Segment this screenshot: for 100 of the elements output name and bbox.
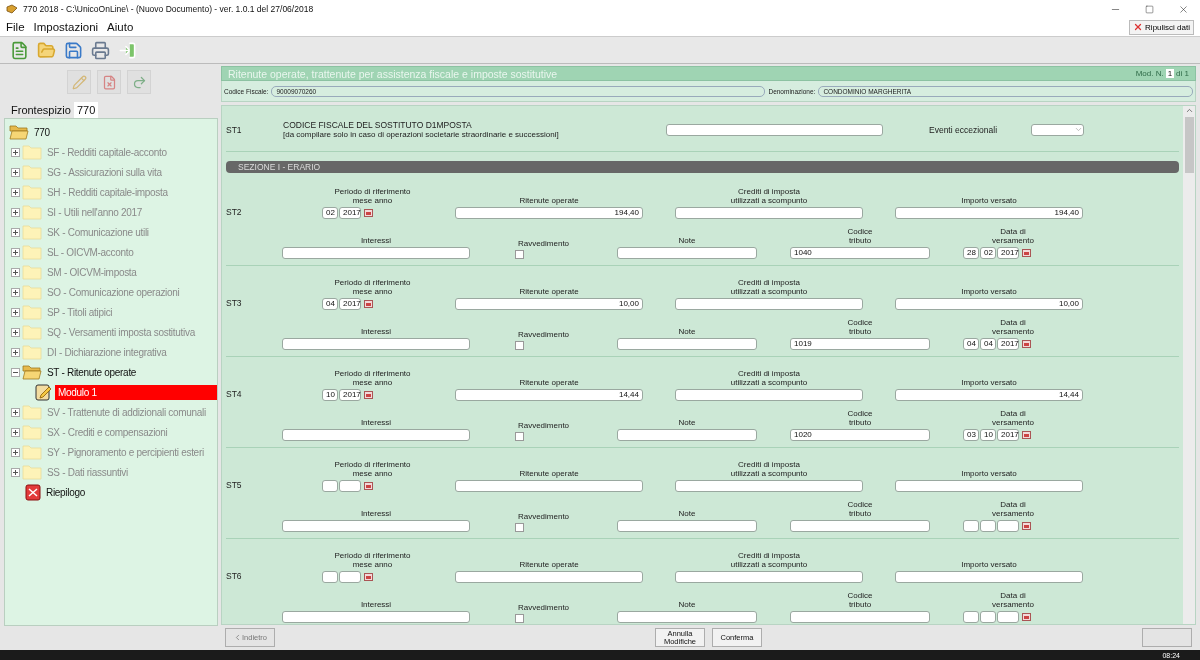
- amount-field[interactable]: [895, 480, 1083, 492]
- date-part-field[interactable]: [322, 480, 338, 492]
- calendar-icon[interactable]: [364, 482, 373, 490]
- date-part-field[interactable]: 04: [322, 298, 338, 310]
- save-icon[interactable]: [64, 40, 83, 60]
- date-part-field[interactable]: [980, 611, 996, 623]
- date-part-field[interactable]: 2017: [339, 207, 361, 219]
- module-number-field[interactable]: 1: [1165, 69, 1175, 78]
- amount-field[interactable]: 14,44: [895, 389, 1083, 401]
- amount-field[interactable]: [282, 611, 470, 623]
- calendar-icon[interactable]: [1022, 613, 1031, 621]
- expand-icon[interactable]: [11, 267, 20, 277]
- text-field[interactable]: [617, 611, 757, 623]
- edit-button[interactable]: [67, 70, 91, 94]
- amount-field[interactable]: 194,40: [455, 207, 643, 219]
- expand-icon[interactable]: [11, 467, 20, 477]
- amount-field[interactable]: [282, 247, 470, 259]
- delete-button[interactable]: [97, 70, 121, 94]
- text-field[interactable]: 1040: [790, 247, 930, 259]
- expand-icon[interactable]: [11, 287, 20, 297]
- new-document-icon[interactable]: [10, 40, 29, 60]
- text-field[interactable]: [666, 123, 883, 136]
- amount-field[interactable]: [282, 338, 470, 350]
- expand-icon[interactable]: [11, 307, 20, 317]
- date-part-field[interactable]: 04: [980, 338, 996, 350]
- date-part-field[interactable]: [980, 520, 996, 532]
- tree-item[interactable]: ST - Ritenute operate: [44, 364, 140, 380]
- expand-icon[interactable]: [11, 167, 20, 177]
- amount-field[interactable]: [675, 571, 863, 583]
- print-icon[interactable]: [91, 40, 110, 60]
- date-part-field[interactable]: [339, 571, 361, 583]
- checkbox[interactable]: [515, 523, 524, 532]
- menu-item[interactable]: Impostazioni: [33, 21, 99, 33]
- text-field[interactable]: [617, 429, 757, 441]
- date-part-field[interactable]: [322, 571, 338, 583]
- amount-field[interactable]: [282, 520, 470, 532]
- amount-field[interactable]: [675, 298, 863, 310]
- tree-item[interactable]: Modulo 1: [55, 384, 217, 400]
- calendar-icon[interactable]: [1022, 522, 1031, 530]
- calendar-icon[interactable]: [1022, 249, 1031, 257]
- expand-icon[interactable]: [11, 447, 20, 457]
- tree-item[interactable]: 770: [31, 124, 53, 140]
- expand-icon[interactable]: [11, 327, 20, 337]
- date-part-field[interactable]: 2017: [339, 389, 361, 401]
- tab[interactable]: Frontespizio: [8, 102, 74, 118]
- menu-item[interactable]: Aiuto: [107, 21, 134, 33]
- date-part-field[interactable]: 2017: [997, 338, 1019, 350]
- amount-field[interactable]: [895, 571, 1083, 583]
- amount-field[interactable]: [455, 571, 643, 583]
- date-part-field[interactable]: [997, 520, 1019, 532]
- exit-icon[interactable]: [118, 40, 137, 60]
- date-part-field[interactable]: 2017: [997, 247, 1019, 259]
- expand-icon[interactable]: [11, 147, 20, 157]
- date-part-field[interactable]: 10: [322, 389, 338, 401]
- expand-icon[interactable]: [11, 207, 20, 217]
- text-field[interactable]: [617, 338, 757, 350]
- checkbox[interactable]: [515, 341, 524, 350]
- expand-icon[interactable]: [11, 187, 20, 197]
- amount-field[interactable]: [282, 429, 470, 441]
- expand-icon[interactable]: [11, 427, 20, 437]
- amount-field[interactable]: [455, 480, 643, 492]
- date-part-field[interactable]: 03: [963, 429, 979, 441]
- text-field[interactable]: [617, 520, 757, 532]
- calendar-icon[interactable]: [1022, 431, 1031, 439]
- text-field[interactable]: [617, 247, 757, 259]
- text-field[interactable]: [790, 520, 930, 532]
- amount-field[interactable]: [675, 207, 863, 219]
- scroll-up-icon[interactable]: [1184, 106, 1194, 115]
- tab[interactable]: 770: [73, 102, 99, 118]
- date-part-field[interactable]: 2017: [997, 429, 1019, 441]
- date-part-field[interactable]: [963, 520, 979, 532]
- open-folder-icon[interactable]: [37, 40, 56, 60]
- date-part-field[interactable]: 02: [980, 247, 996, 259]
- scroll-thumb[interactable]: [1184, 117, 1194, 173]
- amount-field[interactable]: 14,44: [455, 389, 643, 401]
- close-icon[interactable]: [1177, 3, 1189, 15]
- amount-field[interactable]: 194,40: [895, 207, 1083, 219]
- calendar-icon[interactable]: [364, 300, 373, 308]
- amount-field[interactable]: [675, 480, 863, 492]
- checkbox[interactable]: [515, 614, 524, 623]
- text-field[interactable]: [790, 611, 930, 623]
- calendar-icon[interactable]: [364, 573, 373, 581]
- date-part-field[interactable]: 2017: [339, 298, 361, 310]
- clear-data-button[interactable]: Ripulisci dati: [1129, 19, 1194, 35]
- dropdown[interactable]: [1031, 123, 1084, 136]
- expand-icon[interactable]: [11, 227, 20, 237]
- date-part-field[interactable]: 28: [963, 247, 979, 259]
- collapse-icon[interactable]: [11, 367, 20, 377]
- expand-icon[interactable]: [11, 347, 20, 357]
- redo-button[interactable]: [127, 70, 151, 94]
- date-part-field[interactable]: [339, 480, 361, 492]
- checkbox[interactable]: [515, 250, 524, 259]
- expand-icon[interactable]: [11, 247, 20, 257]
- date-part-field[interactable]: 02: [322, 207, 338, 219]
- text-field[interactable]: 1019: [790, 338, 930, 350]
- tree-item[interactable]: Riepilogo: [43, 484, 88, 500]
- menu-item[interactable]: File: [6, 21, 25, 33]
- calendar-icon[interactable]: [364, 391, 373, 399]
- maximize-icon[interactable]: [1144, 4, 1154, 14]
- date-part-field[interactable]: 10: [980, 429, 996, 441]
